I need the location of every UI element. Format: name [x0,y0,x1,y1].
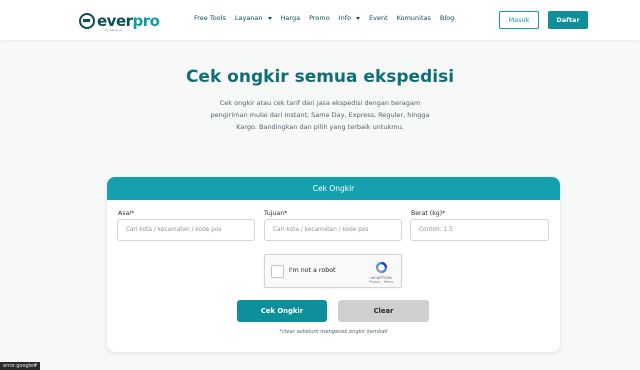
weight-input[interactable]: Contoh: 1.5 [410,219,549,241]
browser-status-bar: error.google# [0,362,41,370]
main-nav: Free Tools Layanan Harga Promo Info Even… [194,14,454,22]
nav-item-label: Info [338,14,352,22]
origin-label: Asal* [118,210,135,217]
recaptcha-label: I'm not a robot [289,267,336,274]
nav-item-label: Blog [439,14,455,22]
page-title: Cek ongkir semua ekspedisi [185,67,455,87]
chevron-down-icon [267,16,272,20]
nav-item-label: Free Tools [194,14,226,22]
nav-item-info[interactable]: Info [338,14,361,22]
destination-input[interactable]: Cari kota / kecamatan / kode pos [264,219,402,241]
nav-item-label: Promo [309,14,330,22]
chevron-down-icon [356,16,361,20]
everpro-logo[interactable]: everpro by paper.id [79,11,160,32]
shipping-cost-form-card: Cek Ongkir Asal* Cari kota / kecamatan /… [107,177,560,352]
form-header: Cek Ongkir [107,177,560,200]
recaptcha-checkbox[interactable] [271,265,284,278]
origin-placeholder: Cari kota / kecamatan / kode pos [126,227,222,233]
nav-item-layanan[interactable]: Layanan [235,14,272,22]
weight-label: Berat (kg)* [411,210,446,217]
nav-item-label: Event [369,14,388,22]
destination-placeholder: Cari kota / kecamatan / kode pos [273,227,369,233]
register-button[interactable]: Daftar [548,11,588,29]
recaptcha-privacy-terms-links[interactable]: Privacy - Terms [359,280,403,284]
recaptcha-logo-icon [375,261,388,274]
check-shipping-cost-button[interactable]: Cek Ongkir [237,300,327,322]
nav-item-komunitas[interactable]: Komunitas [397,14,431,22]
form-note: *clear sebelum mengecek ongkir kembali [279,329,388,335]
destination-label: Tujuan* [264,210,288,217]
nav-item-label: Harga [280,14,301,22]
nav-item-free-tools[interactable]: Free Tools [194,14,226,22]
nav-item-blog[interactable]: Blog [440,14,454,22]
site-header: everpro by paper.id Free Tools Layanan H… [0,0,640,40]
weight-placeholder: Contoh: 1.5 [419,227,453,233]
nav-item-promo[interactable]: Promo [309,14,330,22]
logo-word-pro: pro [132,12,160,30]
clear-button[interactable]: Clear [338,300,429,322]
nav-item-label: Komunitas [396,14,431,22]
everpro-logo-icon [79,13,95,29]
recaptcha-widget: I'm not a robot reCAPTCHA Privacy - Term… [264,254,402,288]
nav-item-event[interactable]: Event [369,14,388,22]
logo-tagline: by paper.id [105,28,122,32]
login-button[interactable]: Masuk [499,11,539,29]
page-description: Cek ongkir atau cek tarif dari jasa eksp… [210,99,430,131]
nav-item-label: Layanan [234,14,263,22]
nav-item-harga[interactable]: Harga [281,14,301,22]
origin-input[interactable]: Cari kota / kecamatan / kode pos [117,219,255,241]
